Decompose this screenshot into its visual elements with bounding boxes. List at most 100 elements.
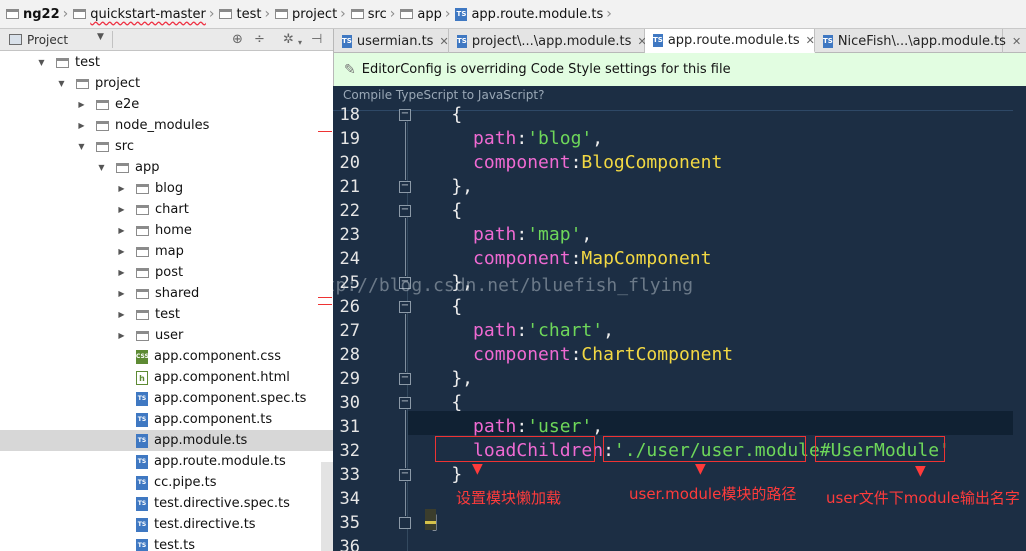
editor-tab[interactable]: TS app.route.module.ts ✕ — [645, 29, 815, 53]
annotation-text-module-path: user.module模块的路径 — [629, 485, 797, 503]
tree-file[interactable]: CSS app.component.css — [0, 346, 333, 367]
chevron-right-icon[interactable]: ▶ — [117, 310, 126, 319]
close-icon[interactable]: ✕ — [806, 34, 815, 47]
tree-folder[interactable]: ▶ map — [0, 241, 333, 262]
code-line[interactable]: component:ChartComponent — [408, 343, 733, 367]
code-token: 'chart' — [527, 320, 604, 341]
compile-prompt[interactable]: Compile TypeScript to JavaScript? — [343, 88, 544, 102]
tree-folder[interactable]: ▶ post — [0, 262, 333, 283]
code-line[interactable]: { — [408, 103, 462, 127]
chevron-right-icon[interactable]: ▶ — [77, 121, 86, 130]
tree-folder[interactable]: ▼ src — [0, 136, 333, 157]
tree-file[interactable]: TS app.module.ts — [0, 430, 333, 451]
chevron-right-icon[interactable]: ▶ — [117, 205, 126, 214]
tree-folder[interactable]: ▼ project — [0, 73, 333, 94]
chevron-right-icon: › — [208, 6, 215, 22]
code-line[interactable]: path:'chart', — [408, 319, 614, 343]
tree-folder[interactable]: ▶ chart — [0, 199, 333, 220]
editor-tab[interactable]: TS NiceFish\...\app.module.ts ✕ — [815, 29, 1021, 53]
fold-marker-icon[interactable]: − — [399, 181, 411, 193]
folder-icon — [96, 99, 109, 110]
chevron-right-icon[interactable]: ▶ — [117, 289, 126, 298]
tree-folder[interactable]: ▼ test — [0, 52, 333, 73]
code-line[interactable]: path:'map', — [408, 223, 592, 247]
close-icon[interactable]: ✕ — [1012, 35, 1021, 48]
code-line[interactable]: component:MapComponent — [408, 247, 711, 271]
chevron-down-icon[interactable]: ▼ — [37, 58, 46, 67]
breadcrumb-item[interactable]: TS app.route.module.ts › — [455, 0, 616, 28]
code-editor[interactable]: Compile TypeScript to JavaScript? 18 {19… — [333, 86, 1026, 551]
code-line[interactable]: { — [408, 295, 462, 319]
line-number: 33 — [339, 465, 360, 485]
breadcrumb-item[interactable]: test › — [219, 0, 275, 28]
tab-label: usermian.ts — [356, 33, 434, 49]
tree-file[interactable]: TS app.component.ts — [0, 409, 333, 430]
collapse-all-icon[interactable]: ÷ — [254, 31, 265, 49]
tree-folder[interactable]: ▶ blog — [0, 178, 333, 199]
code-line[interactable]: component:BlogComponent — [408, 151, 722, 175]
annotation-box-loadchildren — [435, 436, 595, 462]
tree-folder[interactable]: ▶ e2e — [0, 94, 333, 115]
tree-file[interactable]: TS app.component.spec.ts — [0, 388, 333, 409]
tree-folder[interactable]: ▼ app — [0, 157, 333, 178]
line-number: 31 — [339, 417, 360, 437]
code-line[interactable]: }, — [408, 175, 473, 199]
fold-marker-icon[interactable] — [399, 517, 411, 529]
hide-panel-icon[interactable]: ⊣ — [311, 31, 322, 49]
fold-marker-icon[interactable]: − — [399, 469, 411, 481]
chevron-down-icon[interactable]: ▼ — [97, 163, 106, 172]
editor-scrollbar[interactable] — [1013, 86, 1026, 551]
tree-file[interactable]: TS test.ts — [0, 535, 333, 551]
code-line[interactable]: path:'blog', — [408, 127, 603, 151]
tree-folder[interactable]: ▶ shared — [0, 283, 333, 304]
fold-marker-icon[interactable]: − — [399, 397, 411, 409]
code-line[interactable]: { — [408, 199, 462, 223]
tree-file[interactable]: TS test.directive.spec.ts — [0, 493, 333, 514]
tree-file[interactable]: TS app.route.module.ts — [0, 451, 333, 472]
code-token: { — [408, 392, 463, 413]
breadcrumb-item[interactable]: app › — [400, 0, 455, 28]
chevron-right-icon[interactable]: ▶ — [117, 331, 126, 340]
gear-dropdown-icon[interactable]: ▾ — [298, 34, 302, 52]
project-panel-title[interactable]: Project — [27, 33, 68, 47]
editor-tab[interactable]: TS project\...\app.module.ts ✕ — [449, 29, 647, 53]
chevron-right-icon[interactable]: ▶ — [117, 184, 126, 193]
chevron-right-icon[interactable]: ▶ — [117, 268, 126, 277]
tree-file[interactable]: TS cc.pipe.ts — [0, 472, 333, 493]
chevron-right-icon[interactable]: ▶ — [117, 226, 126, 235]
breadcrumb-item[interactable]: quickstart-master › — [73, 0, 219, 28]
tree-file[interactable]: TS test.directive.ts — [0, 514, 333, 535]
tree-folder[interactable]: ▶ test — [0, 304, 333, 325]
fold-marker-icon[interactable]: − — [399, 205, 411, 217]
tree-scrollbar[interactable] — [321, 462, 333, 551]
code-token: , — [603, 320, 614, 341]
locate-icon[interactable]: ⊕ — [232, 31, 243, 49]
editor-tab[interactable]: TS usermian.ts ✕ — [334, 29, 449, 53]
tree-folder[interactable]: ▶ home — [0, 220, 333, 241]
editor-tab-bar: TS usermian.ts ✕ TS project\...\app.module.t… — [333, 29, 1026, 53]
fold-marker-icon[interactable]: − — [399, 373, 411, 385]
tree-folder[interactable]: ▶ node_modules — [0, 115, 333, 136]
breadcrumb-item[interactable]: ng22 › — [6, 0, 73, 28]
breadcrumb-item[interactable]: src › — [350, 0, 401, 28]
line-number: 34 — [339, 489, 360, 509]
code-line[interactable]: } — [408, 463, 462, 487]
gear-icon[interactable]: ✲ — [283, 31, 294, 49]
chevron-right-icon[interactable]: ▶ — [117, 247, 126, 256]
code-line[interactable]: }, — [408, 367, 473, 391]
code-line[interactable]: { — [408, 391, 462, 415]
tree-folder[interactable]: ▶ user — [0, 325, 333, 346]
chevron-down-icon[interactable]: ▼ — [57, 79, 66, 88]
fold-marker-icon[interactable]: − — [399, 301, 411, 313]
fold-marker-icon[interactable]: − — [399, 109, 411, 121]
breadcrumb-item[interactable]: project › — [275, 0, 351, 28]
chevron-down-icon[interactable]: ▼ — [97, 32, 104, 42]
tree-file[interactable]: h app.component.html — [0, 367, 333, 388]
annotation-box-module-name — [815, 436, 945, 462]
chevron-right-icon[interactable]: ▶ — [77, 100, 86, 109]
close-icon[interactable]: ✕ — [439, 35, 448, 48]
code-token: { — [408, 296, 463, 317]
chevron-right-icon: › — [264, 6, 271, 22]
chevron-down-icon[interactable]: ▼ — [77, 142, 86, 151]
css-file-icon: CSS — [136, 349, 149, 364]
